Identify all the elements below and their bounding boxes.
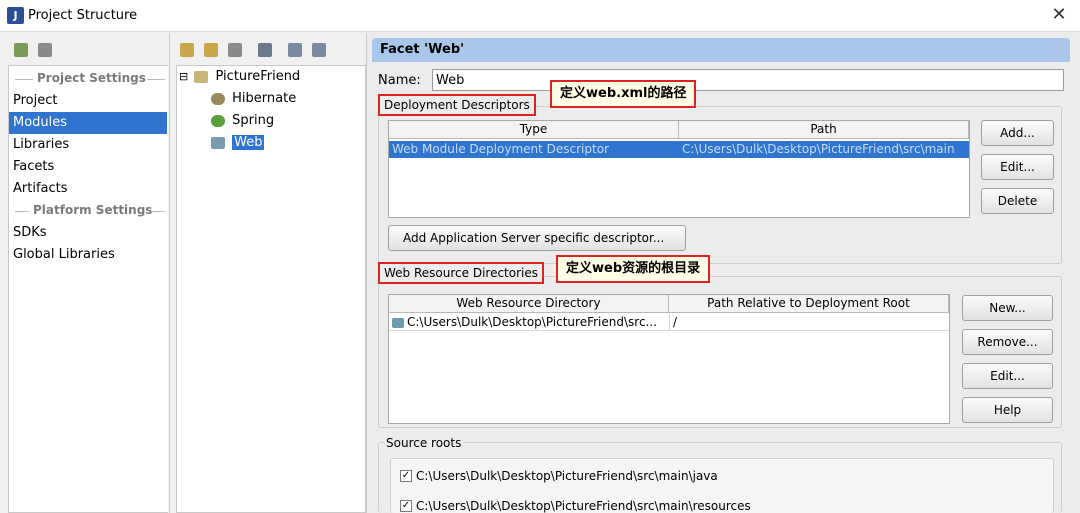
add-descriptor-button[interactable]: Add... bbox=[981, 120, 1054, 146]
platform-settings-header: Platform Settings bbox=[13, 202, 165, 220]
window-title: Project Structure bbox=[28, 8, 138, 23]
web-resource-directories-title: Web Resource Directories bbox=[378, 262, 544, 284]
tree-node-label: Hibernate bbox=[232, 91, 297, 106]
spring-leaf-icon bbox=[211, 114, 225, 127]
facet-name-input[interactable] bbox=[432, 69, 1064, 91]
source-root-label: C:\Users\Dulk\Desktop\PictureFriend\src\… bbox=[416, 469, 718, 483]
settings-sidebar: Project Settings Project Modules Librari… bbox=[0, 33, 170, 513]
sidebar-item-sdks[interactable]: SDKs bbox=[9, 222, 167, 244]
copy-icon[interactable] bbox=[228, 43, 242, 57]
module-folder-icon bbox=[194, 70, 209, 83]
help-button[interactable]: Help bbox=[962, 397, 1053, 423]
relative-path-cell: / bbox=[669, 314, 949, 331]
intellij-app-icon: J bbox=[7, 7, 24, 24]
remove-icon[interactable] bbox=[204, 43, 218, 57]
sidebar-item-global-libraries[interactable]: Global Libraries bbox=[9, 244, 167, 266]
facet-editor: Facet 'Web' Name: Deployment Descriptors… bbox=[372, 38, 1070, 513]
resource-directory-cell: C:\Users\Dulk\Desktop\PictureFriend\src.… bbox=[389, 314, 669, 331]
title-bar: J Project Structure ✕ bbox=[0, 0, 1080, 32]
add-server-descriptor-button[interactable]: Add Application Server specific descript… bbox=[388, 225, 686, 251]
web-xml-path-callout: 定义web.xml的路径 bbox=[550, 80, 697, 108]
column-header-type[interactable]: Type bbox=[389, 121, 679, 139]
table-row[interactable]: C:\Users\Dulk\Desktop\PictureFriend\src.… bbox=[389, 314, 949, 331]
remove-resource-button[interactable]: Remove... bbox=[962, 329, 1053, 355]
sidebar-item-modules[interactable]: Modules bbox=[9, 112, 167, 134]
tree-node-label: Spring bbox=[232, 113, 275, 128]
source-root-label: C:\Users\Dulk\Desktop\PictureFriend\src\… bbox=[416, 499, 751, 513]
descriptor-type-cell: Web Module Deployment Descriptor bbox=[392, 142, 609, 156]
source-root-checkbox[interactable]: ✓ bbox=[400, 470, 412, 482]
hibernate-icon bbox=[211, 92, 225, 105]
tree-node-web[interactable]: Web bbox=[211, 132, 265, 154]
close-icon[interactable]: ✕ bbox=[1048, 4, 1070, 26]
column-header-path-relative[interactable]: Path Relative to Deployment Root bbox=[669, 295, 949, 313]
module-tree: ⊟ PictureFriend Hibernate Spring Web bbox=[176, 65, 366, 513]
tree-node-label: PictureFriend bbox=[215, 69, 301, 84]
facet-header: Facet 'Web' bbox=[372, 38, 1070, 62]
sidebar-item-facets[interactable]: Facets bbox=[9, 156, 167, 178]
web-resource-directories-table[interactable]: Web Resource Directory Path Relative to … bbox=[388, 294, 950, 424]
column-header-path[interactable]: Path bbox=[679, 121, 969, 139]
deployment-descriptors-title: Deployment Descriptors bbox=[378, 94, 536, 116]
back-arrow-icon[interactable] bbox=[14, 43, 28, 57]
tree-toolbar bbox=[170, 33, 340, 65]
sidebar-item-libraries[interactable]: Libraries bbox=[9, 134, 167, 156]
deployment-descriptors-table[interactable]: Type Path Web Module Deployment Descript… bbox=[388, 120, 970, 218]
find-icon[interactable] bbox=[258, 43, 272, 57]
web-facet-icon bbox=[211, 136, 225, 149]
add-icon[interactable] bbox=[180, 43, 194, 57]
new-resource-button[interactable]: New... bbox=[962, 295, 1053, 321]
tree-node-picturefriend[interactable]: ⊟ PictureFriend bbox=[179, 66, 300, 88]
folder-icon bbox=[392, 317, 404, 328]
column-header-web-resource-directory[interactable]: Web Resource Directory bbox=[389, 295, 669, 313]
tree-node-hibernate[interactable]: Hibernate bbox=[211, 88, 296, 110]
sidebar-item-project[interactable]: Project bbox=[9, 90, 167, 112]
descriptor-path-cell: C:\Users\Dulk\Desktop\PictureFriend\src\… bbox=[682, 142, 955, 156]
project-settings-header: Project Settings bbox=[13, 70, 165, 88]
name-label: Name: bbox=[378, 73, 421, 88]
edit-descriptor-button[interactable]: Edit... bbox=[981, 154, 1054, 180]
edit-resource-button[interactable]: Edit... bbox=[962, 363, 1053, 389]
source-roots-title: Source roots bbox=[384, 436, 464, 450]
forward-icon[interactable] bbox=[38, 43, 52, 57]
sidebar-toolbar bbox=[0, 33, 170, 65]
web-resources-root-callout: 定义web资源的根目录 bbox=[556, 255, 711, 283]
collapse-all-icon[interactable] bbox=[312, 43, 326, 57]
settings-category-list: Project Settings Project Modules Librari… bbox=[8, 65, 168, 513]
sidebar-item-artifacts[interactable]: Artifacts bbox=[9, 178, 167, 200]
source-root-checkbox[interactable]: ✓ bbox=[400, 500, 412, 512]
expand-toggle-icon[interactable]: ⊟ bbox=[179, 70, 188, 83]
tree-node-spring[interactable]: Spring bbox=[211, 110, 274, 132]
delete-descriptor-button[interactable]: Delete bbox=[981, 188, 1054, 214]
expand-all-icon[interactable] bbox=[288, 43, 302, 57]
module-tree-panel: ⊟ PictureFriend Hibernate Spring Web bbox=[170, 33, 367, 513]
tree-node-label: Web bbox=[232, 135, 265, 150]
table-row[interactable]: Web Module Deployment Descriptor C:\User… bbox=[389, 141, 969, 158]
